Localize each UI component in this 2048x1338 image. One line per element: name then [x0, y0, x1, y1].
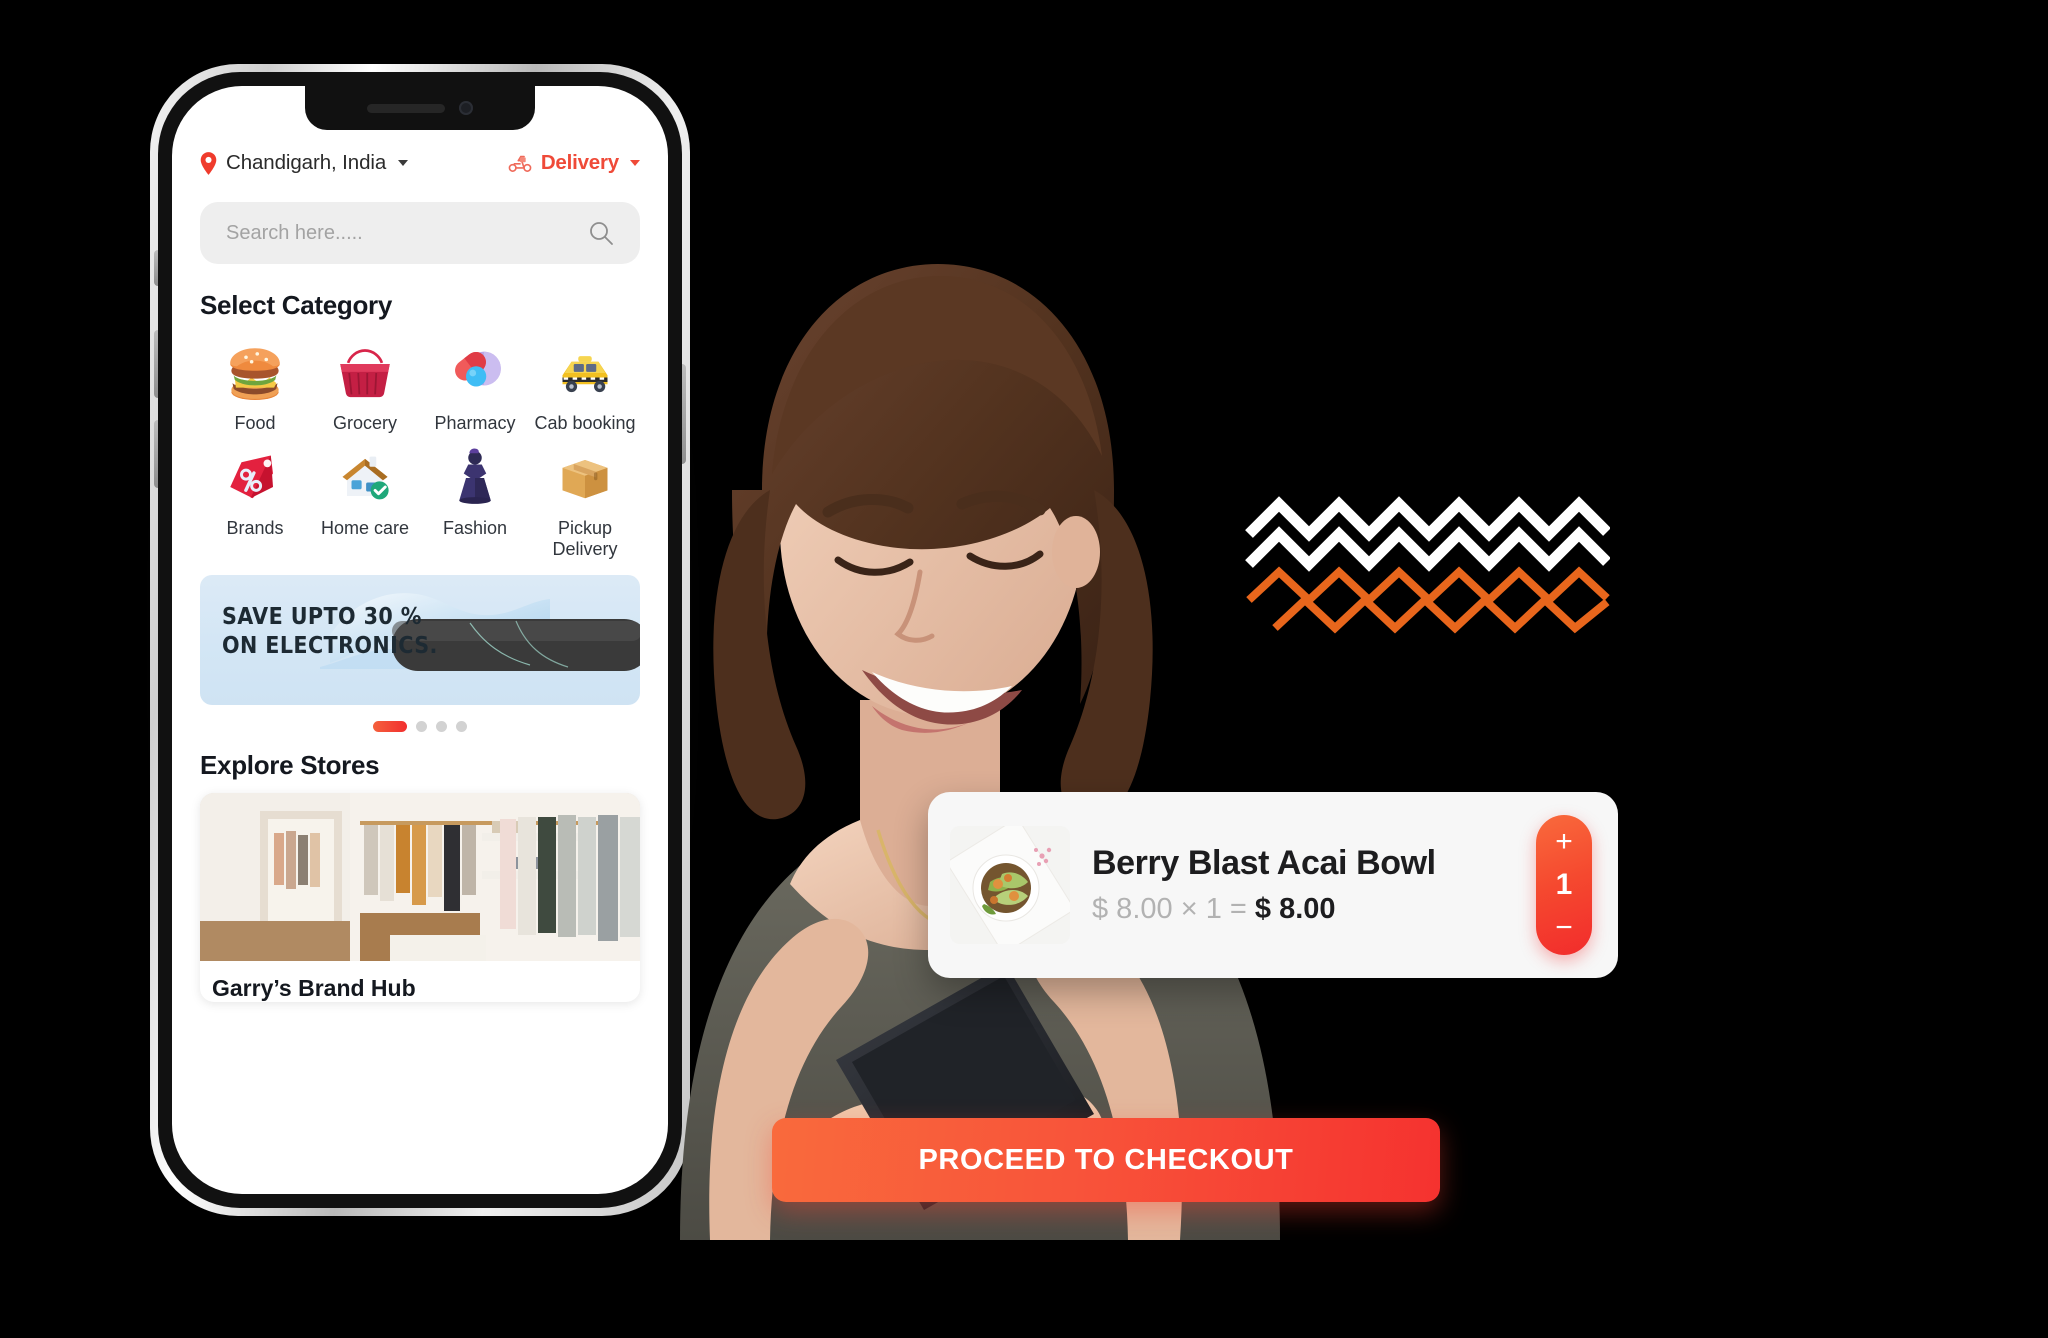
stepper-quantity: 1	[1555, 868, 1573, 901]
category-item-fashion[interactable]: Fashion	[420, 442, 530, 560]
scooter-delivery-icon	[508, 155, 532, 172]
zigzag-white-top	[1245, 496, 1611, 542]
hero-photo-woman	[560, 60, 1300, 1240]
burger-icon	[219, 337, 291, 409]
banner-line-2: ON ELECTRONICS.	[222, 633, 438, 660]
banner-line-1: SAVE UPTO 30 %	[222, 603, 422, 630]
category-label: Home care	[320, 518, 410, 539]
category-item-pharmacy[interactable]: Pharmacy	[420, 337, 530, 434]
product-name: Berry Blast Acai Bowl	[1092, 844, 1436, 882]
proceed-to-checkout-button[interactable]: PROCEED TO CHECKOUT	[772, 1118, 1440, 1202]
category-label: Fashion	[442, 518, 508, 539]
category-label: Pharmacy	[434, 413, 516, 433]
carousel-dot[interactable]	[416, 720, 427, 732]
carousel-dot-active[interactable]	[373, 720, 407, 732]
phone-notch	[305, 86, 535, 130]
increase-quantity-button[interactable]: +	[1555, 827, 1573, 857]
equals-symbol: =	[1229, 893, 1247, 925]
quantity-value: 1	[1205, 893, 1222, 925]
carousel-dot[interactable]	[456, 720, 467, 732]
pills-icon	[439, 337, 511, 409]
house-shield-icon	[329, 442, 401, 514]
product-thumbnail	[950, 826, 1070, 944]
product-info: Berry Blast Acai Bowl $ 8.00 × 1 = $ 8.0…	[1092, 844, 1514, 926]
unit-price: $ 8.00	[1092, 893, 1173, 925]
screenshot-canvas: Chandigarh, India Delivery Search here..…	[0, 0, 2048, 1338]
product-price-line: $ 8.00 × 1 = $ 8.00	[1092, 893, 1514, 926]
search-input[interactable]: Search here.....	[226, 222, 363, 245]
front-camera-icon	[459, 101, 473, 115]
location-pin-icon	[200, 151, 217, 175]
zigzag-decoration	[1245, 488, 1611, 638]
category-item-brands[interactable]: Brands	[200, 442, 310, 560]
category-label: Brands	[226, 518, 284, 539]
category-item-grocery[interactable]: Grocery	[310, 337, 420, 434]
zigzag-orange-top	[1246, 566, 1610, 606]
category-item-home-care[interactable]: Home care	[310, 442, 420, 560]
banner-text: SAVE UPTO 30 % ON ELECTRONICS.	[222, 603, 438, 662]
discount-tag-icon	[219, 442, 291, 514]
decrease-quantity-button[interactable]: −	[1555, 913, 1573, 943]
category-label: Grocery	[332, 413, 397, 433]
total-price: $ 8.00	[1254, 893, 1336, 925]
chevron-down-icon	[398, 160, 409, 166]
shopping-basket-icon	[329, 337, 401, 409]
location-label: Chandigarh, India	[226, 151, 387, 174]
earpiece-speaker-icon	[367, 103, 445, 113]
product-card[interactable]: Berry Blast Acai Bowl $ 8.00 × 1 = $ 8.0…	[928, 792, 1618, 978]
carousel-dot[interactable]	[436, 720, 447, 732]
zigzag-orange-bottom	[1272, 594, 1610, 634]
dress-mannequin-icon	[439, 442, 511, 514]
multiply-symbol: ×	[1180, 893, 1198, 925]
quantity-stepper[interactable]: + 1 −	[1536, 815, 1592, 955]
category-label: Food	[234, 413, 276, 433]
category-item-food[interactable]: Food	[200, 337, 310, 434]
location-selector[interactable]: Chandigarh, India	[200, 151, 409, 175]
